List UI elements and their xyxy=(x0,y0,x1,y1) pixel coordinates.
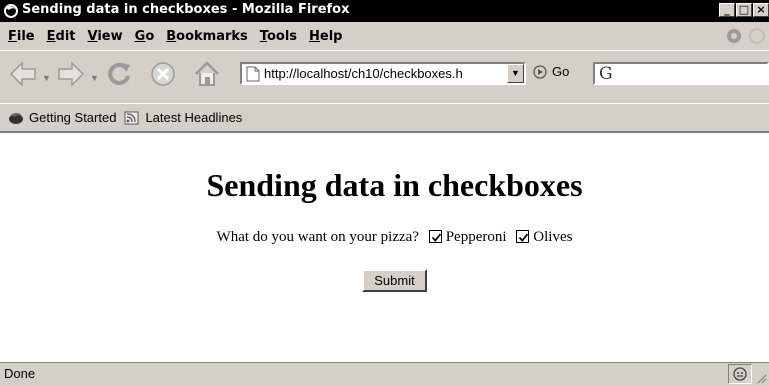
address-bar[interactable]: http://localhost/ch10/checkboxes.h ▼ xyxy=(240,62,526,85)
back-arrow-icon[interactable] xyxy=(8,59,38,89)
minimize-button[interactable]: _ xyxy=(719,3,735,17)
resize-grip-icon[interactable] xyxy=(757,374,767,384)
home-icon[interactable] xyxy=(192,59,222,89)
menu-bar: File Edit View Go Bookmarks Tools Help xyxy=(0,24,769,48)
checkmark-icon xyxy=(519,233,529,242)
bookmark-latest-headlines[interactable]: Latest Headlines xyxy=(124,110,242,125)
url-text: http://localhost/ch10/checkboxes.h xyxy=(264,66,463,81)
page-icon xyxy=(246,66,260,82)
page-heading: Sending data in checkboxes xyxy=(206,167,583,203)
status-text: Done xyxy=(4,366,36,381)
navigation-toolbar: ▼ ▼ http://localhost/ch10/checkboxes.h ▼ xyxy=(0,50,769,96)
bookmark-label: Latest Headlines xyxy=(145,110,243,125)
throbber-secondary-icon xyxy=(749,28,765,44)
menu-go-label: o xyxy=(145,28,155,44)
rss-feed-icon xyxy=(124,111,139,124)
firefox-icon xyxy=(4,4,18,18)
menu-go[interactable]: Go xyxy=(135,29,155,44)
menu-tools-label: ools xyxy=(266,28,298,44)
menu-bookmarks-accel: B xyxy=(166,28,177,44)
olives-label: Olives xyxy=(533,229,573,245)
menu-view-label: iew xyxy=(97,28,123,44)
url-dropdown-button[interactable]: ▼ xyxy=(507,64,524,83)
menu-tools[interactable]: Tools xyxy=(260,29,297,44)
pizza-form-row: What do you want on your pizza? Pepperon… xyxy=(0,229,769,246)
reload-icon[interactable] xyxy=(104,59,134,89)
menu-tools-accel: T xyxy=(259,28,267,44)
close-button[interactable]: × xyxy=(753,3,769,17)
menu-bookmarks[interactable]: Bookmarks xyxy=(166,29,248,44)
throbber-icon xyxy=(727,29,741,43)
olives-checkbox[interactable] xyxy=(516,230,530,243)
search-input[interactable]: G xyxy=(593,62,769,85)
go-label: Go xyxy=(552,64,570,79)
checkmark-icon xyxy=(431,233,441,242)
page-content: Sending data in checkboxes What do you w… xyxy=(0,131,769,362)
menu-edit[interactable]: Edit xyxy=(47,29,76,44)
status-panel xyxy=(728,364,752,384)
submit-wrapper: Submit xyxy=(0,269,769,292)
pepperoni-checkbox[interactable] xyxy=(428,230,442,243)
forward-arrow-icon[interactable] xyxy=(56,59,86,89)
menu-view-accel: V xyxy=(87,28,98,44)
firefox-bookmark-icon xyxy=(9,112,23,124)
bookmark-label: Getting Started xyxy=(29,110,117,125)
pepperoni-label: Pepperoni xyxy=(445,229,507,245)
menu-edit-accel: E xyxy=(46,28,56,44)
menu-help-accel: H xyxy=(309,28,320,44)
search-engine-icon[interactable]: G xyxy=(599,64,613,84)
go-arrow-icon xyxy=(533,64,547,79)
menu-help[interactable]: Help xyxy=(309,29,342,44)
security-icon[interactable] xyxy=(729,365,751,383)
menu-edit-label: dit xyxy=(55,28,76,44)
menu-go-accel: G xyxy=(134,28,146,44)
question-label: What do you want on your pizza? xyxy=(216,229,419,245)
menu-view[interactable]: View xyxy=(88,29,123,44)
back-dropdown-icon[interactable]: ▼ xyxy=(42,73,51,83)
forward-dropdown-icon[interactable]: ▼ xyxy=(90,73,99,83)
menu-help-label: elp xyxy=(319,28,343,44)
bookmark-getting-started[interactable]: Getting Started xyxy=(8,110,116,125)
menu-file[interactable]: File xyxy=(8,29,35,44)
window-title: Sending data in checkboxes - Mozilla Fir… xyxy=(22,2,350,17)
menu-bookmarks-label: ookmarks xyxy=(176,28,248,44)
menu-file-accel: F xyxy=(8,28,17,44)
status-bar: Done xyxy=(0,362,769,386)
title-bar: Sending data in checkboxes - Mozilla Fir… xyxy=(0,0,769,22)
browser-window: Sending data in checkboxes - Mozilla Fir… xyxy=(0,0,769,386)
menu-file-label: ile xyxy=(16,28,35,44)
stop-icon[interactable] xyxy=(148,59,178,89)
maximize-button[interactable]: □ xyxy=(736,3,752,17)
submit-button[interactable]: Submit xyxy=(362,269,427,292)
bookmarks-toolbar: Getting Started Latest Headlines xyxy=(0,103,769,131)
go-button[interactable]: Go xyxy=(533,64,569,79)
